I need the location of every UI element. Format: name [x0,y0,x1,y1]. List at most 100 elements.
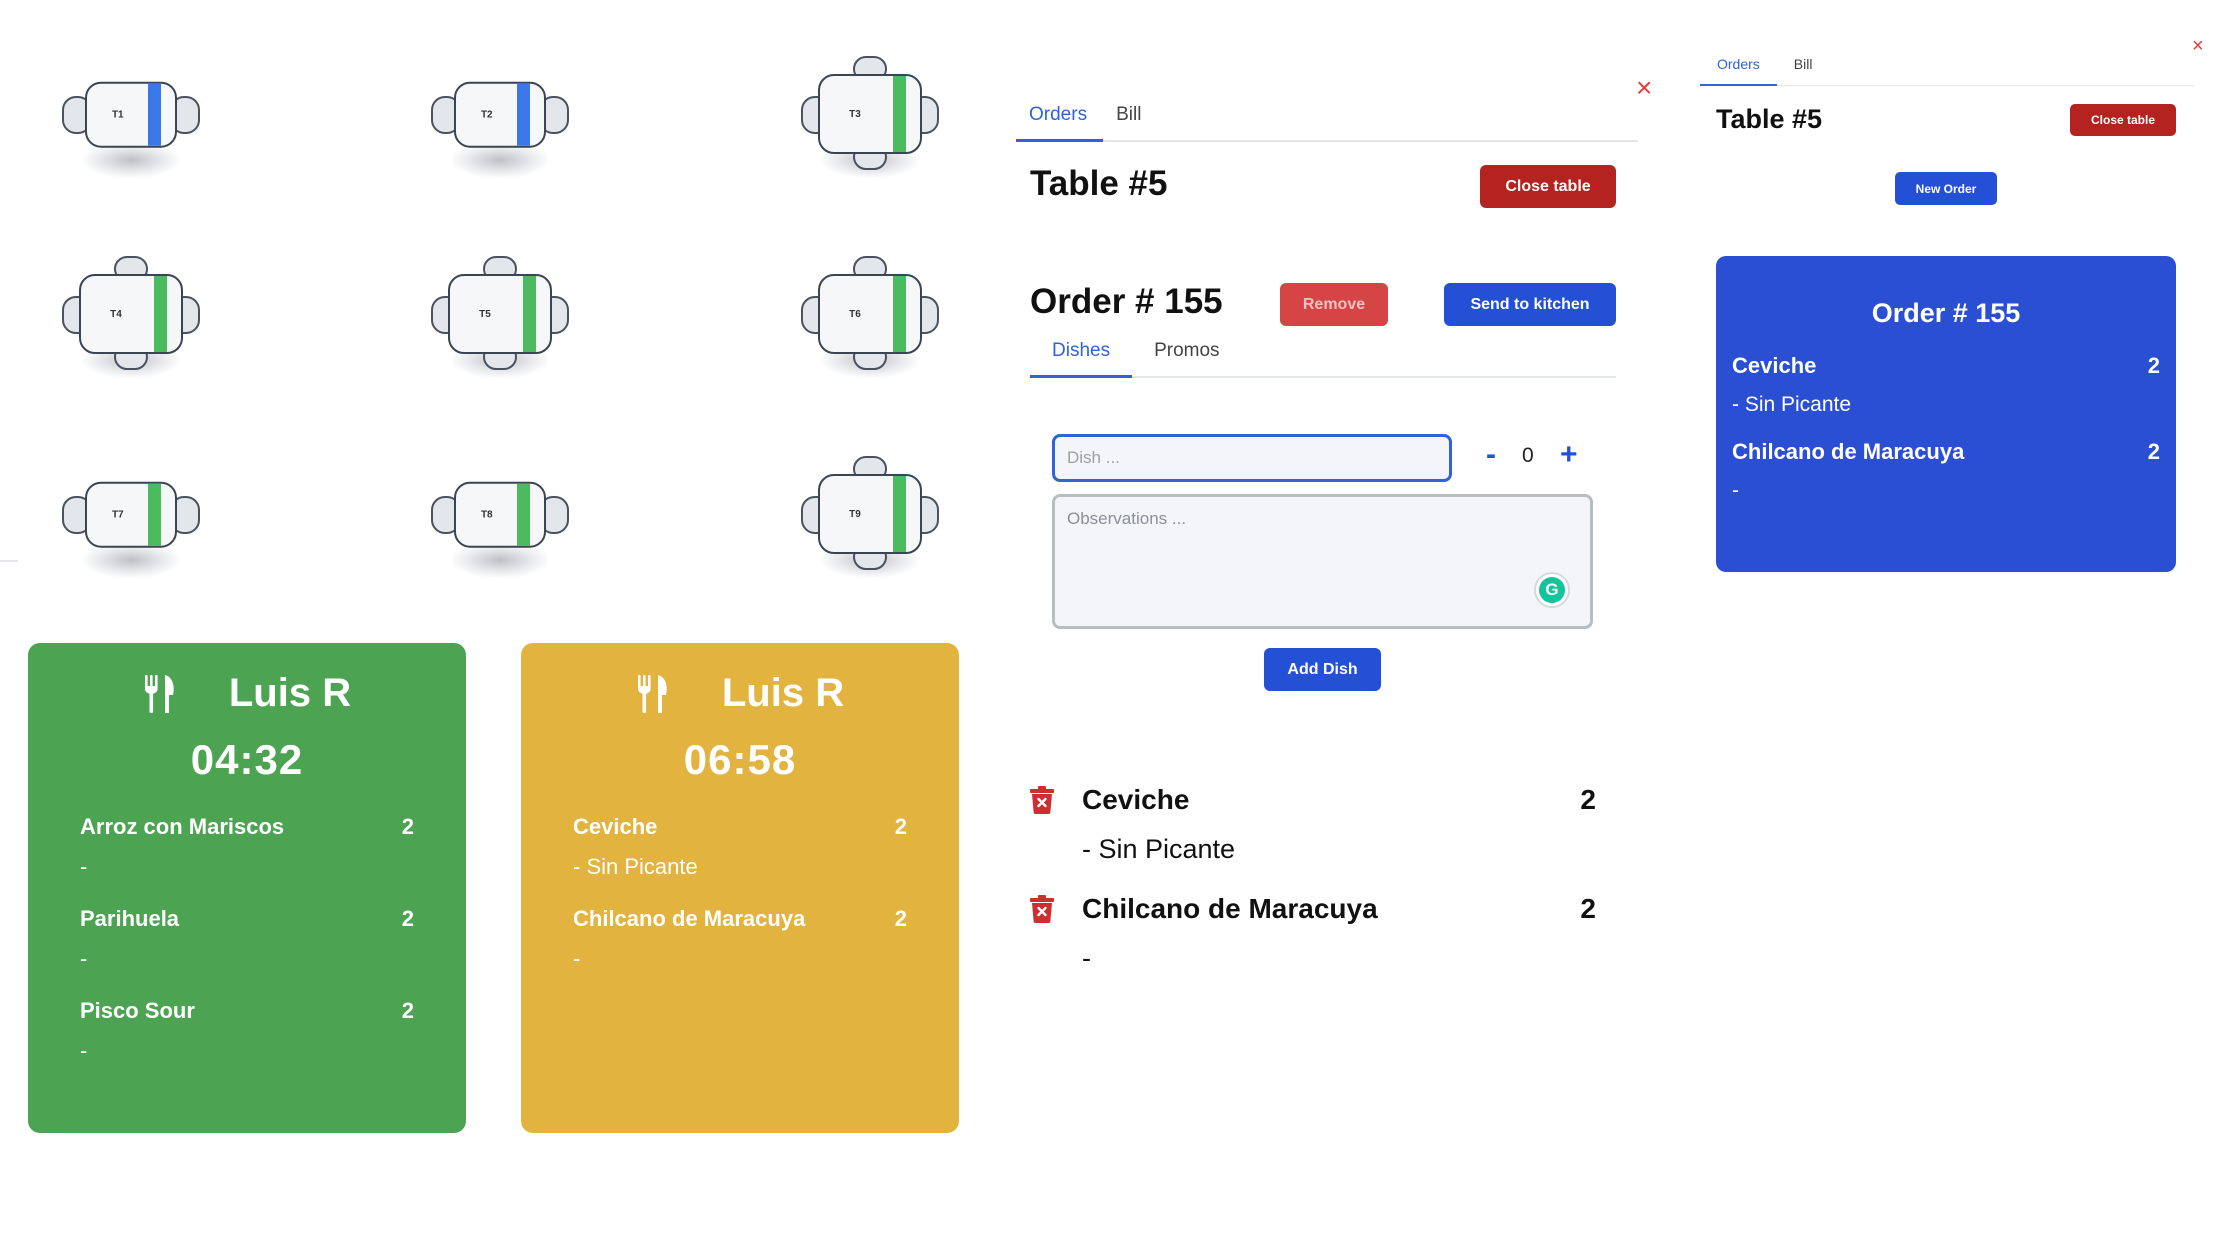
kitchen-item: Ceviche 2 - Sin Picante [573,814,907,880]
close-table-button[interactable]: Close table [1480,165,1616,208]
table-title: Table #5 [1030,164,1168,203]
table-t6[interactable]: T6 [795,256,945,378]
dish-name: Arroz con Mariscos [80,814,285,839]
table-label: T4 [110,308,122,320]
order-item: Ceviche 2 - Sin Picante [1030,784,1596,864]
kitchen-order-card[interactable]: Luis R 06:58 Ceviche 2 - Sin Picante Chil… [521,643,959,1133]
quantity-value: 0 [1522,444,1534,467]
table-top: T6 [818,274,922,354]
table-top: T4 [79,274,183,354]
order-item-qty: 2 [1580,784,1596,815]
add-dish-button[interactable]: Add Dish [1264,648,1381,691]
order-item: Chilcano de Maracuya 2 - [1030,893,1596,973]
dish-observation: - Sin Picante [573,854,698,879]
table-status-stripe [148,83,161,146]
table-status-stripe [148,483,161,546]
table-top: T2 [454,81,546,148]
table-label: T7 [111,509,124,521]
table-t1[interactable]: T1 [56,58,206,178]
table-status-stripe [517,83,530,146]
table-status-stripe [523,276,536,352]
panel-tabs: Orders Bill [1700,52,2194,86]
dish-name: Parihuela [80,906,180,931]
dish-search-input[interactable] [1052,434,1452,482]
order-card-item: Chilcano de Maracuya 2 - [1732,439,2160,503]
table-t5[interactable]: T5 [425,256,575,378]
kitchen-card-header: Luis R [573,671,907,716]
order-card-title: Order # 155 [1871,298,2021,328]
order-item-qty: 2 [1580,893,1596,924]
trash-icon[interactable] [1030,786,1054,814]
table-top: T7 [85,481,177,548]
order-item-observation: - Sin Picante [1082,834,1236,864]
table-status-stripe [893,276,906,352]
table-label: T8 [480,509,493,521]
dish-observation: - Sin Picante [1732,393,1852,416]
table-status-stripe [154,276,167,352]
dish-name: Chilcano de Maracuya [573,906,806,931]
dish-name: Ceviche [573,814,658,839]
table-top: T8 [454,481,546,548]
order-item-name: Chilcano de Maracuya [1082,893,1378,924]
quantity-increment-button[interactable]: + [1560,440,1578,470]
table-label: T2 [480,109,493,121]
dish-name: Ceviche [1732,353,1817,378]
kitchen-item: Pisco Sour 2 - [80,998,414,1064]
kitchen-item: Parihuela 2 - [80,906,414,972]
table-top: T3 [818,74,922,154]
tab-orders[interactable]: Orders [1700,52,1777,86]
order-card[interactable]: Order # 155 Ceviche 2 - Sin Picante Chilc… [1716,256,2176,572]
order-title: Order # 155 [1030,282,1223,321]
dish-qty: 2 [894,906,907,931]
dish-qty: 2 [401,906,414,931]
table-t7[interactable]: T7 [56,458,206,578]
order-timer: 06:58 [683,736,797,783]
dish-observation: - [80,854,88,879]
grammarly-g-icon: G [1539,577,1565,603]
table-top: T1 [85,81,177,148]
table-status-stripe [517,483,530,546]
dish-name: Pisco Sour [80,998,195,1023]
tab-orders[interactable]: Orders [1016,96,1104,142]
dish-qty: 2 [2147,353,2160,378]
order-subtabs: Dishes Promos [1030,334,1616,378]
close-table-button[interactable]: Close table [2070,104,2176,136]
dish-observation: - [80,946,88,971]
quantity-decrement-button[interactable]: - [1486,440,1496,470]
table-t8[interactable]: T8 [425,458,575,578]
dish-qty: 2 [401,998,414,1023]
observations-textarea[interactable] [1052,494,1593,629]
table-t4[interactable]: T4 [56,256,206,378]
table-label: T5 [479,308,491,320]
order-item-name: Ceviche [1082,784,1190,815]
panel-tabs: Orders Bill [1016,96,1638,142]
new-order-button[interactable]: New Order [1895,172,1997,205]
table-status-stripe [893,76,906,152]
tab-bill[interactable]: Bill [1103,96,1154,140]
cutlery-icon [637,674,667,713]
send-to-kitchen-button[interactable]: Send to kitchen [1444,283,1616,326]
tab-dishes[interactable]: Dishes [1030,334,1133,378]
grammarly-icon[interactable]: G [1534,572,1570,608]
dish-qty: 2 [894,814,907,839]
waiter-name: Luis R [721,671,845,715]
remove-order-button[interactable]: Remove [1280,283,1388,326]
tab-bill[interactable]: Bill [1777,52,1830,85]
waiter-name: Luis R [228,671,352,715]
trash-icon[interactable] [1030,895,1054,923]
table-t9[interactable]: T9 [795,456,945,578]
kitchen-item: Arroz con Mariscos 2 - [80,814,414,880]
table-t2[interactable]: T2 [425,58,575,178]
table-t3[interactable]: T3 [795,56,945,178]
kitchen-card-header: Luis R [80,671,414,716]
order-card-item: Ceviche 2 - Sin Picante [1732,353,2160,417]
kitchen-item: Chilcano de Maracuya 2 - [573,906,907,972]
tab-promos[interactable]: Promos [1132,334,1241,376]
table-label: T9 [849,508,861,520]
kitchen-order-card[interactable]: Luis R 04:32 Arroz con Mariscos 2 - Parih… [28,643,466,1133]
divider [0,560,18,562]
dish-observation: - [573,946,581,971]
dish-qty: 2 [401,814,414,839]
order-timer: 04:32 [190,736,304,783]
close-icon[interactable]: × [1636,74,1652,102]
